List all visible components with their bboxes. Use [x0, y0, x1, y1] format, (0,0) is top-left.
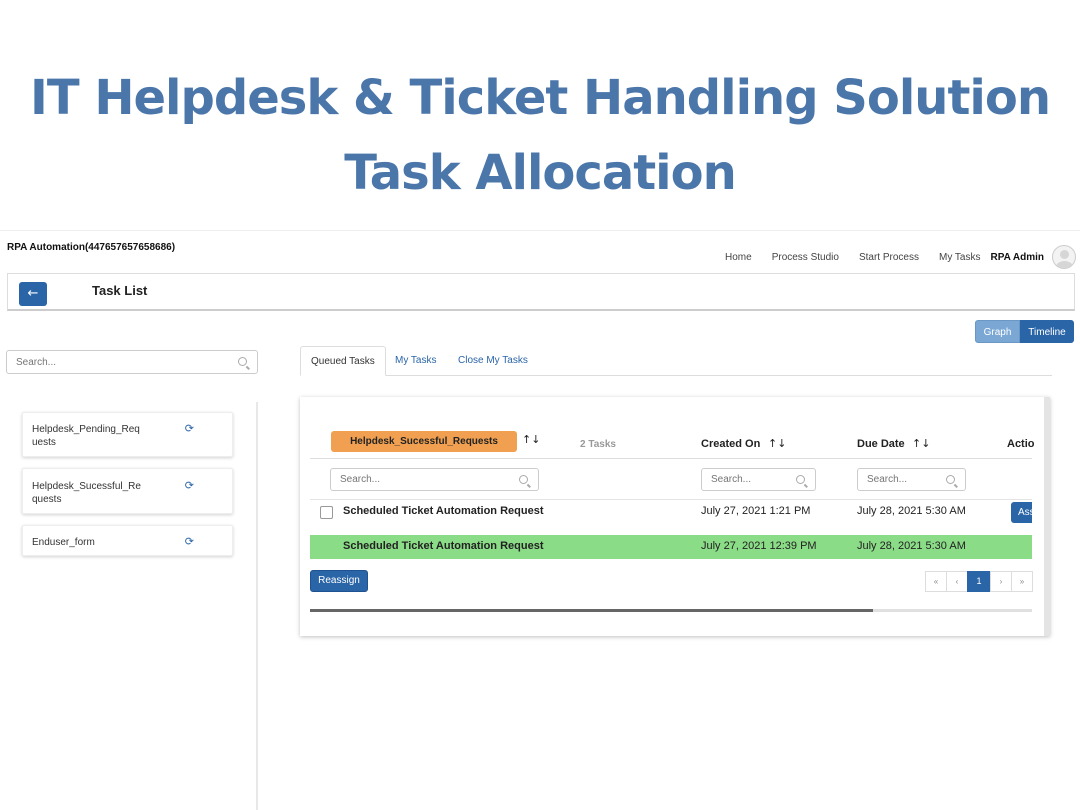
column-header-due-date[interactable]: Due Date	[857, 438, 905, 450]
sort-icon[interactable]: ↑↓	[912, 437, 930, 450]
created-on-search-input[interactable]	[702, 469, 793, 490]
nav-home[interactable]: Home	[725, 252, 752, 263]
process-card-enduser-form[interactable]: Enduser_form ⟳	[22, 525, 233, 556]
search-icon	[238, 357, 247, 366]
task-count: 2 Tasks	[580, 439, 616, 450]
tab-close-my-tasks[interactable]: Close My Tasks	[458, 346, 528, 376]
pagination: « ‹ 1 › »	[925, 571, 1033, 592]
process-label: Helpdesk_Pending_Req uests	[32, 424, 140, 448]
search-icon	[796, 475, 805, 484]
refresh-icon[interactable]: ⟳	[185, 535, 194, 548]
name-search	[330, 468, 539, 491]
tab-queued-tasks[interactable]: Queued Tasks	[300, 346, 386, 376]
brand-label: RPA Automation(447657657658686)	[7, 242, 176, 253]
due-date-search	[857, 468, 966, 491]
task-name: Scheduled Ticket Automation Request	[343, 540, 544, 552]
sort-icon[interactable]: ↑↓	[522, 433, 540, 446]
page-title: Task List	[92, 283, 148, 298]
back-button[interactable]: ←	[19, 282, 47, 306]
main-nav: Home Process Studio Start Process My Tas…	[705, 245, 1076, 269]
column-header-created-on[interactable]: Created On	[701, 438, 760, 450]
nav-process-studio[interactable]: Process Studio	[772, 252, 839, 263]
refresh-icon[interactable]: ⟳	[185, 479, 194, 492]
avatar-icon[interactable]	[1052, 245, 1076, 269]
name-search-input[interactable]	[331, 469, 497, 490]
task-table-panel: Helpdesk_Sucessful_Requests ↑↓ 2 Tasks C…	[300, 397, 1050, 636]
sidebar-divider	[256, 402, 258, 810]
scrollbar-thumb[interactable]	[310, 609, 874, 612]
table-row[interactable]: Scheduled Ticket Automation Request July…	[310, 500, 1032, 524]
task-due-date: July 28, 2021 5:30 AM	[857, 505, 966, 517]
process-card-sucessful-requests[interactable]: Helpdesk_Sucessful_Re quests ⟳	[22, 468, 233, 514]
task-name: Scheduled Ticket Automation Request	[343, 505, 544, 517]
column-header-action: Actio	[1007, 438, 1035, 450]
refresh-icon[interactable]: ⟳	[185, 422, 194, 435]
process-label: Helpdesk_Sucessful_Re quests	[32, 481, 141, 505]
user-name[interactable]: RPA Admin	[990, 252, 1044, 263]
tab-my-tasks[interactable]: My Tasks	[395, 346, 437, 376]
sidebar-search	[6, 350, 258, 374]
page-header: ← Task List	[7, 273, 1075, 311]
horizontal-scrollbar[interactable]	[310, 609, 1032, 612]
page-prev-button[interactable]: ‹	[946, 571, 968, 592]
sidebar-search-input[interactable]	[7, 351, 207, 373]
process-card-pending-requests[interactable]: Helpdesk_Pending_Req uests ⟳	[22, 412, 233, 457]
header-divider	[310, 458, 1032, 459]
graph-button[interactable]: Graph	[975, 320, 1020, 343]
page-last-button[interactable]: »	[1011, 571, 1033, 592]
nav-my-tasks[interactable]: My Tasks	[939, 252, 981, 263]
slide-subtitle: Task Allocation	[344, 145, 737, 201]
page-first-button[interactable]: «	[925, 571, 947, 592]
reassign-button[interactable]: Reassign	[310, 570, 368, 592]
assign-button[interactable]: Ass	[1011, 502, 1032, 523]
task-tabs: Queued Tasks My Tasks Close My Tasks	[300, 346, 1052, 376]
row-checkbox[interactable]	[320, 506, 333, 519]
process-name-badge: Helpdesk_Sucessful_Requests	[331, 431, 517, 452]
task-due-date: July 28, 2021 5:30 AM	[857, 540, 966, 552]
page-current-button[interactable]: 1	[967, 571, 991, 592]
search-icon	[946, 475, 955, 484]
table-row[interactable]: Scheduled Ticket Automation Request July…	[310, 535, 1032, 559]
process-label: Enduser_form	[32, 537, 95, 548]
search-icon	[519, 475, 528, 484]
sort-icon[interactable]: ↑↓	[768, 437, 786, 450]
created-on-search	[701, 468, 816, 491]
top-navbar: RPA Automation(447657657658686) Home Pro…	[0, 230, 1080, 272]
page-next-button[interactable]: ›	[990, 571, 1012, 592]
app-window: RPA Automation(447657657658686) Home Pro…	[0, 230, 1080, 810]
task-created-on: July 27, 2021 1:21 PM	[701, 505, 811, 517]
view-toggle: Graph Timeline	[975, 320, 1074, 343]
due-date-search-input[interactable]	[858, 469, 944, 490]
task-created-on: July 27, 2021 12:39 PM	[701, 540, 817, 552]
arrow-left-icon: ←	[27, 286, 39, 301]
nav-start-process[interactable]: Start Process	[859, 252, 919, 263]
timeline-button[interactable]: Timeline	[1020, 320, 1074, 343]
slide-title: IT Helpdesk & Ticket Handling Solution	[30, 70, 1051, 126]
